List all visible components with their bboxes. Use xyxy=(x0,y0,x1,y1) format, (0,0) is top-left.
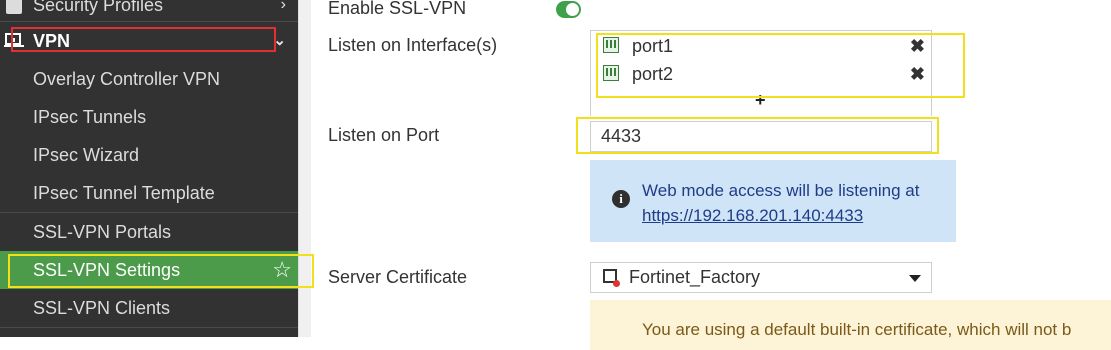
caret-down-icon xyxy=(909,275,921,282)
info-icon: i xyxy=(612,190,630,208)
highlight-ssl-vpn-settings xyxy=(8,254,314,288)
sidebar-item-ipsec-tunnels[interactable]: IPsec Tunnels xyxy=(0,98,298,136)
enable-ssl-vpn-toggle[interactable] xyxy=(556,1,581,18)
sidebar-item-ssl-vpn-clients[interactable]: SSL-VPN Clients xyxy=(0,289,298,327)
sidebar-divider xyxy=(0,327,298,328)
sidebar-item-label: IPsec Wizard xyxy=(33,145,140,165)
highlight-listen-port xyxy=(576,117,939,154)
web-mode-link[interactable]: https://192.168.201.140:4433 xyxy=(642,203,920,228)
sidebar-item-ipsec-tunnel-template[interactable]: IPsec Tunnel Template xyxy=(0,174,298,212)
sidebar-item-label: SSL-VPN Clients xyxy=(33,298,171,318)
info-message: Web mode access will be listening at xyxy=(642,181,920,200)
sidebar-item-label: IPsec Tunnels xyxy=(33,107,147,127)
highlight-interfaces xyxy=(596,33,965,98)
warning-text: You are using a default built-in certifi… xyxy=(642,320,1072,339)
sidebar-item-label: Overlay Controller VPN xyxy=(33,69,221,89)
sidebar-item-label: SSL-VPN Portals xyxy=(33,222,172,242)
server-certificate-label: Server Certificate xyxy=(328,267,468,287)
selected-certificate: Fortinet_Factory xyxy=(629,267,761,287)
listen-port-label: Listen on Port xyxy=(328,125,440,145)
sidebar-item-label: IPsec Tunnel Template xyxy=(33,183,215,203)
certificate-warning: You are using a default built-in certifi… xyxy=(590,300,1111,350)
info-text: Web mode access will be listening at htt… xyxy=(642,178,920,228)
sidebar-item-label: Security Profiles xyxy=(33,0,164,15)
info-box: i Web mode access will be listening at h… xyxy=(590,160,956,242)
security-profiles-icon xyxy=(6,0,22,14)
server-certificate-select[interactable]: Fortinet_Factory xyxy=(590,262,932,293)
sidebar-item-ssl-vpn-portals[interactable]: SSL-VPN Portals xyxy=(0,213,298,251)
highlight-vpn xyxy=(11,27,276,52)
toggle-knob xyxy=(566,3,579,16)
listen-interfaces-label: Listen on Interface(s) xyxy=(328,35,498,55)
enable-ssl-vpn-label: Enable SSL-VPN xyxy=(328,0,467,18)
sidebar-item-overlay-controller-vpn[interactable]: Overlay Controller VPN xyxy=(0,60,298,98)
certificate-icon xyxy=(603,269,620,287)
sidebar-item-ipsec-wizard[interactable]: IPsec Wizard xyxy=(0,136,298,174)
